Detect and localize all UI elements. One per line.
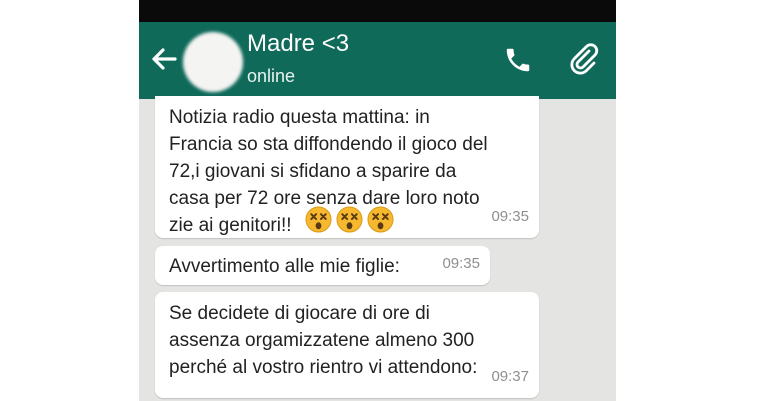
message-time: 09:35 xyxy=(442,255,480,272)
contact-status: online xyxy=(247,66,296,86)
contact-name[interactable]: Madre <3 xyxy=(247,30,349,58)
phone-icon[interactable] xyxy=(503,45,533,75)
message-time: 09:37 xyxy=(491,368,529,385)
message-text: Se decidete di giocare di ore di assenza… xyxy=(169,303,478,378)
avatar[interactable] xyxy=(183,32,243,92)
paperclip-icon[interactable] xyxy=(567,42,601,76)
dizzy-face-emoji-icon xyxy=(336,206,363,233)
status-bar xyxy=(139,0,616,22)
dizzy-face-emoji-icon xyxy=(367,206,394,233)
dizzy-face-emoji-icon xyxy=(305,206,332,233)
message-bubble[interactable]: Se decidete di giocare di ore di assenza… xyxy=(155,292,539,398)
back-arrow-icon[interactable] xyxy=(149,42,179,76)
emoji-group xyxy=(305,206,394,233)
message-time: 09:35 xyxy=(491,208,529,225)
message-bubble[interactable]: Avvertimento alle mie figlie: 09:35 xyxy=(155,246,490,285)
chat-screen: Madre <3 online Notizia radio questa mat… xyxy=(139,0,616,401)
chat-header: Madre <3 online xyxy=(139,22,616,99)
message-bubble[interactable]: Notizia radio questa mattina: in Francia… xyxy=(155,96,539,238)
